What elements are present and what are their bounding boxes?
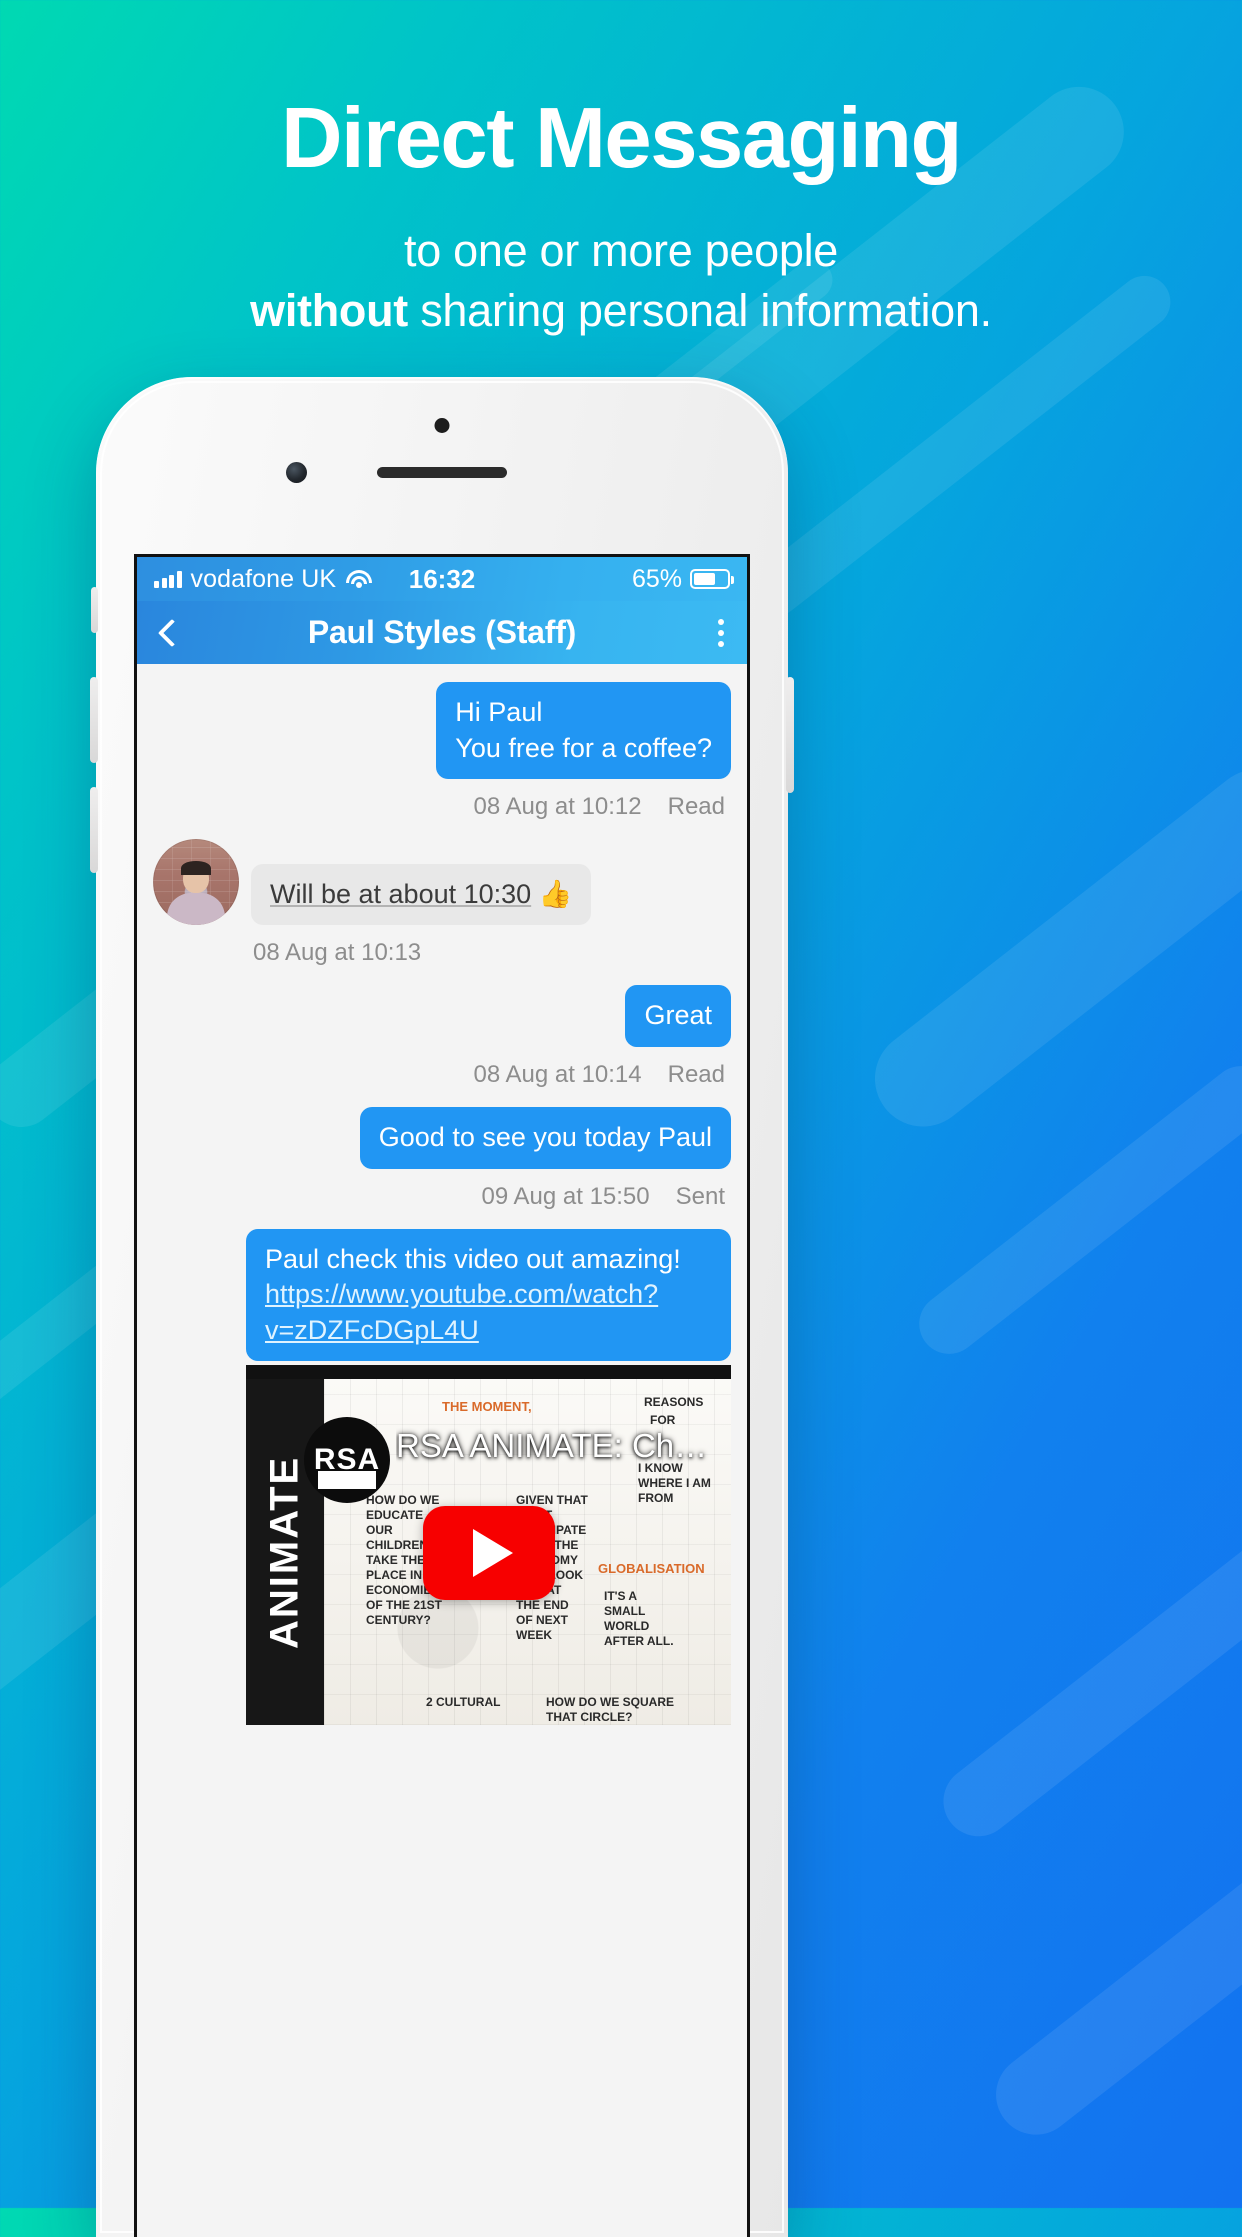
message-timestamp: 08 Aug at 10:14 [473,1060,642,1088]
earpiece-speaker [377,467,507,478]
play-icon[interactable] [422,1505,555,1600]
promo-text-block: Direct Messaging to one or more people w… [0,91,1242,337]
video-title: RSA ANIMATE: Changing ... [396,1427,721,1465]
thumbs-up-icon: 👍 [538,878,573,909]
chat-nav-bar: Paul Styles (Staff) [137,601,747,664]
message-text-line-2: You free for a coffee? [455,732,712,763]
sketch-text: THE MOMENT, [442,1399,532,1415]
power-button[interactable] [786,677,794,793]
promo-subline-1: to one or more people [404,224,838,276]
kebab-menu-icon[interactable] [714,613,728,653]
avatar-hair [181,860,211,875]
volume-down-button[interactable] [90,787,98,873]
message-bubble[interactable]: Hi Paul You free for a coffee? [436,682,731,780]
conversation-list[interactable]: Hi Paul You free for a coffee? 08 Aug at… [137,664,747,1726]
front-camera-icon [286,462,307,483]
video-thumbnail: THE MOMENT, REASONS FOR I KNOW WHERE I A… [246,1365,731,1726]
message-meta: 08 Aug at 10:12 Read [153,783,731,839]
sketch-text: GLOBALISATION [598,1561,705,1577]
decor-streak [929,1499,1242,1851]
sketch-text: REASONS [644,1395,704,1410]
phone-mockup: vodafone UK 16:32 65% Paul Styles (Staff… [90,377,794,2237]
promo-subline-2: without sharing personal information. [0,285,1242,337]
message-row-incoming: Will be at about 10:30 👍 [153,839,731,926]
status-bar-left: vodafone UK [154,565,372,594]
status-bar: vodafone UK 16:32 65% [137,557,747,601]
video-channel-badge: RSA [304,1417,390,1504]
wifi-icon [345,569,372,589]
message-bubble[interactable]: Will be at about 10:30 👍 [251,863,592,926]
decor-streak [855,750,1242,1146]
chat-title: Paul Styles (Staff) [307,614,577,650]
message-text: Paul check this video out amazing! [265,1243,681,1274]
sketch-text: HOW DO WE SQUARE THAT CIRCLE? [546,1695,674,1725]
silent-switch[interactable] [91,587,98,633]
youtube-link[interactable]: https://www.youtube.com/watch?v=zDZFcDGp… [265,1279,658,1345]
message-text-line-1: Hi Paul [455,697,543,727]
message-text: Will be at about 10:30 [270,878,532,909]
avatar-body [167,893,225,926]
message-status-badge: Sent [675,1182,725,1210]
video-preview-card[interactable]: THE MOMENT, REASONS FOR I KNOW WHERE I A… [246,1365,731,1726]
message-row-outgoing: Hi Paul You free for a coffee? [153,682,731,780]
message-row-outgoing: Good to see you today Paul [153,1106,731,1169]
message-status-badge: Read [667,1060,725,1088]
video-brand-vertical: ANIMATE [262,1455,307,1649]
chevron-left-icon[interactable] [157,618,187,647]
decor-streak [907,1053,1242,1367]
battery-icon [690,569,734,589]
promo-headline: Direct Messaging [281,91,962,186]
message-status-badge: Read [667,793,725,821]
carrier-label: vodafone UK [190,564,337,593]
proximity-sensor-icon [434,418,450,433]
sketch-text: FOR [650,1413,676,1428]
contact-avatar[interactable] [153,839,239,926]
status-bar-clock: 16:32 [408,563,476,594]
phone-screen: vodafone UK 16:32 65% Paul Styles (Staff… [134,554,750,2237]
promo-subline-2-rest: sharing personal information. [408,284,992,336]
promo-subline-2-bold: without [250,284,408,336]
message-bubble-link[interactable]: Paul check this video out amazing! https… [246,1228,731,1362]
battery-percent-label: 65% [631,564,682,593]
message-row-outgoing: Great [153,985,731,1047]
message-timestamp: 09 Aug at 15:50 [481,1182,650,1210]
sketch-text: 2 CULTURAL [426,1695,501,1710]
status-bar-right: 65% [631,564,734,594]
message-meta: 08 Aug at 10:13 [153,929,731,985]
message-meta: 09 Aug at 15:50 Sent [153,1173,731,1229]
message-timestamp: 08 Aug at 10:13 [253,939,422,967]
sketch-text: IT'S A SMALL WORLD AFTER ALL. [604,1589,674,1649]
message-timestamp: 08 Aug at 10:12 [473,793,642,821]
volume-up-button[interactable] [90,677,98,763]
message-meta: 08 Aug at 10:14 Read [153,1051,731,1107]
sketch-text: I KNOW WHERE I AM FROM [638,1461,711,1506]
decor-streak [979,1829,1242,2151]
message-bubble[interactable]: Great [625,985,731,1047]
signal-bars-icon [154,570,182,588]
message-row-outgoing: Paul check this video out amazing! https… [153,1228,731,1362]
message-bubble[interactable]: Good to see you today Paul [359,1106,731,1169]
